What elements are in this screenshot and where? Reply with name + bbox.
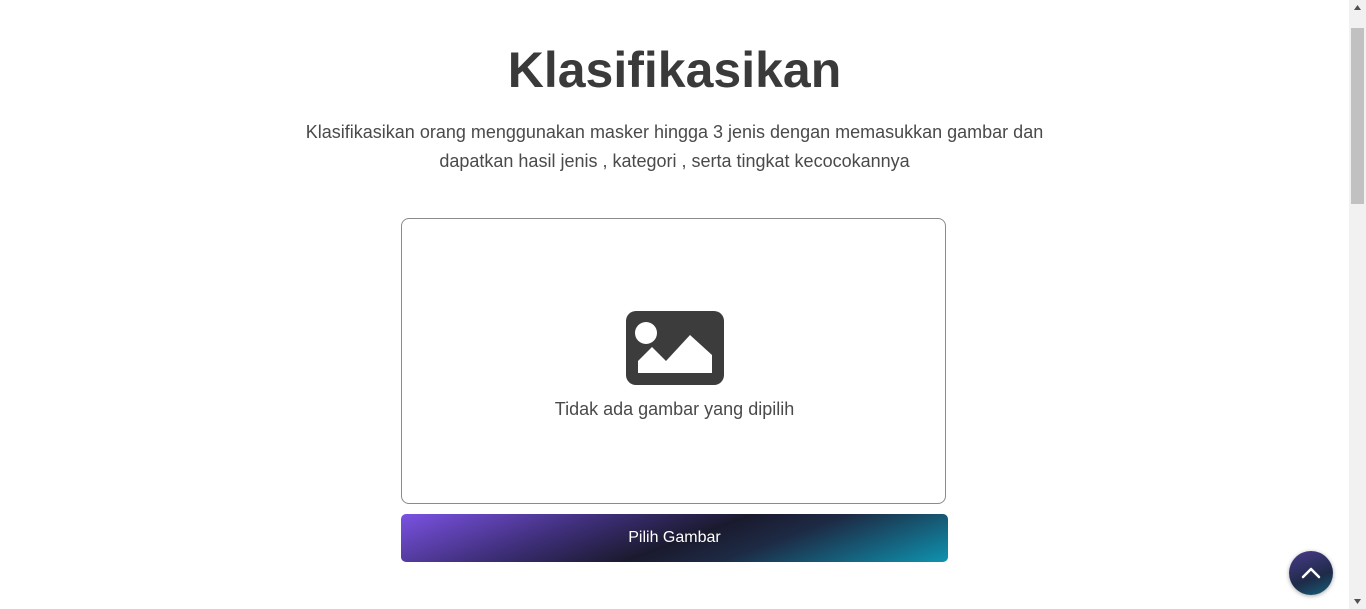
image-preview-area[interactable]: Tidak ada gambar yang dipilih xyxy=(401,218,946,504)
image-icon xyxy=(626,311,724,385)
scroll-to-top-button[interactable] xyxy=(1289,551,1333,595)
main-content: Klasifikasikan Klasifikasikan orang meng… xyxy=(0,0,1349,609)
vertical-scrollbar[interactable] xyxy=(1349,0,1366,609)
caret-down-icon xyxy=(1354,599,1361,604)
chevron-up-icon xyxy=(1301,567,1321,579)
scroll-up-arrow[interactable] xyxy=(1349,0,1366,17)
scrollbar-thumb[interactable] xyxy=(1351,28,1364,204)
choose-image-button[interactable]: Pilih Gambar xyxy=(401,514,948,562)
page-title: Klasifikasikan xyxy=(507,42,842,98)
scroll-down-arrow[interactable] xyxy=(1349,592,1366,609)
no-image-text: Tidak ada gambar yang dipilih xyxy=(554,399,795,419)
caret-up-icon xyxy=(1354,5,1361,10)
page-description: Klasifikasikan orang menggunakan masker … xyxy=(305,122,1044,171)
page: Klasifikasikan Klasifikasikan orang meng… xyxy=(0,0,1366,609)
